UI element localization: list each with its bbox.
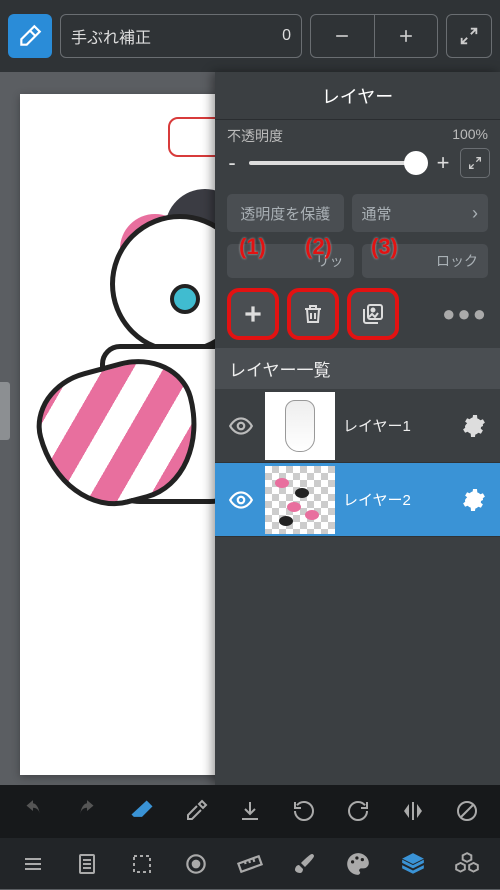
rotate-cw-button[interactable] xyxy=(337,785,379,837)
document-icon xyxy=(75,852,99,876)
document-button[interactable] xyxy=(66,838,108,890)
selection-button[interactable] xyxy=(121,838,163,890)
opacity-slider[interactable] xyxy=(249,161,426,165)
menu-button[interactable] xyxy=(12,838,54,890)
layer-row[interactable]: レイヤー1 xyxy=(215,389,500,463)
visibility-toggle[interactable] xyxy=(225,413,257,439)
ruler-icon xyxy=(237,851,263,877)
layer-settings-button[interactable] xyxy=(462,414,490,438)
expand-icon xyxy=(467,155,483,171)
layer-settings-button[interactable] xyxy=(462,488,490,512)
layer-options-row: 透明度を保護 通常 › xyxy=(215,188,500,238)
opacity-value: 100% xyxy=(452,126,488,146)
rotate-ccw-icon xyxy=(292,799,316,823)
blend-mode-button[interactable]: 通常 › xyxy=(352,194,489,232)
artwork-shape xyxy=(170,284,200,314)
download-icon xyxy=(238,799,262,823)
cubes-icon xyxy=(454,851,480,877)
panel-title: レイヤー xyxy=(215,72,500,120)
gear-icon xyxy=(462,414,486,438)
bottom-toolbar-lower xyxy=(0,837,500,889)
menu-icon xyxy=(21,852,45,876)
eraser-icon xyxy=(17,23,43,49)
opacity-minus[interactable]: - xyxy=(225,150,239,176)
eye-icon xyxy=(228,413,254,439)
bottom-toolbar-upper xyxy=(0,785,500,837)
stabilization-box[interactable]: 手ぶれ補正 0 xyxy=(60,14,302,58)
visibility-toggle[interactable] xyxy=(225,487,257,513)
plus-button[interactable] xyxy=(375,15,438,57)
materials-button[interactable] xyxy=(446,838,488,890)
expand-icon xyxy=(458,25,480,47)
disable-button[interactable] xyxy=(446,785,488,837)
brush-button[interactable] xyxy=(283,838,325,890)
opacity-label: 不透明度 xyxy=(227,126,283,146)
stabilization-label: 手ぶれ補正 xyxy=(71,24,151,48)
opacity-slider-thumb[interactable] xyxy=(404,151,428,175)
layers-button[interactable] xyxy=(392,838,434,890)
layer-thumbnail xyxy=(265,466,335,534)
import-button[interactable] xyxy=(229,785,271,837)
palette-button[interactable] xyxy=(337,838,379,890)
eye-icon xyxy=(228,487,254,513)
redo-icon xyxy=(74,798,100,824)
eraser-tool-button[interactable] xyxy=(8,14,52,58)
lock-label-partial: ロック xyxy=(436,251,478,271)
layer-actions-row: ●●● xyxy=(215,284,500,348)
scroll-handle[interactable] xyxy=(0,382,10,440)
opacity-row: 不透明度 100% xyxy=(215,120,500,148)
chevron-right-icon: › xyxy=(472,203,478,224)
annotation-2: (2) xyxy=(305,234,332,260)
flip-button[interactable] xyxy=(392,785,434,837)
palette-icon xyxy=(345,851,371,877)
gear-icon xyxy=(462,488,486,512)
ruler-button[interactable] xyxy=(229,838,271,890)
clip-lock-row: リッ ロック (1) (2) (3) xyxy=(215,238,500,284)
opacity-expand-button[interactable] xyxy=(460,148,490,178)
annotation-3: (3) xyxy=(371,234,398,260)
layer-row[interactable]: レイヤー2 xyxy=(215,463,500,537)
undo-icon xyxy=(20,798,46,824)
target-icon xyxy=(183,851,209,877)
rotate-ccw-button[interactable] xyxy=(283,785,325,837)
delete-layer-button[interactable] xyxy=(287,288,339,340)
trash-icon xyxy=(301,302,325,326)
minus-button[interactable] xyxy=(311,15,375,57)
fullscreen-button[interactable] xyxy=(446,14,492,58)
add-layer-button[interactable] xyxy=(227,288,279,340)
eraser-icon xyxy=(128,797,156,825)
preserve-alpha-label: 透明度を保護 xyxy=(240,203,330,224)
more-actions-button[interactable]: ●●● xyxy=(442,301,488,327)
brush-icon xyxy=(292,852,316,876)
annotation-1: (1) xyxy=(239,234,266,260)
plus-icon xyxy=(396,26,416,46)
rotate-cw-icon xyxy=(346,799,370,823)
stabilization-value: 0 xyxy=(282,27,291,45)
value-stepper xyxy=(310,14,438,58)
duplicate-layer-button[interactable] xyxy=(347,288,399,340)
selection-icon xyxy=(130,852,154,876)
layers-panel: レイヤー 不透明度 100% - + 透明度を保護 通常 › リッ ロック (1… xyxy=(215,72,500,785)
transform-button[interactable] xyxy=(175,838,217,890)
layers-icon xyxy=(400,851,426,877)
eyedropper-button[interactable] xyxy=(175,785,217,837)
layer-name: レイヤー2 xyxy=(343,489,454,510)
opacity-slider-row: - + xyxy=(215,148,500,188)
undo-button[interactable] xyxy=(12,785,54,837)
layer-thumbnail xyxy=(265,392,335,460)
plus-icon xyxy=(240,301,266,327)
no-symbol-icon xyxy=(455,799,479,823)
minus-icon xyxy=(332,26,352,46)
top-toolbar: 手ぶれ補正 0 xyxy=(0,0,500,72)
image-stack-icon xyxy=(361,302,385,326)
layer-name: レイヤー1 xyxy=(343,415,454,436)
redo-button[interactable] xyxy=(66,785,108,837)
preserve-alpha-button[interactable]: 透明度を保護 xyxy=(227,194,344,232)
layer-list-header: レイヤー一覧 xyxy=(215,348,500,389)
current-tool-button[interactable] xyxy=(121,785,163,837)
blend-mode-label: 通常 xyxy=(362,203,392,224)
opacity-plus[interactable]: + xyxy=(436,150,450,176)
flip-icon xyxy=(401,799,425,823)
eyedropper-icon xyxy=(184,799,208,823)
